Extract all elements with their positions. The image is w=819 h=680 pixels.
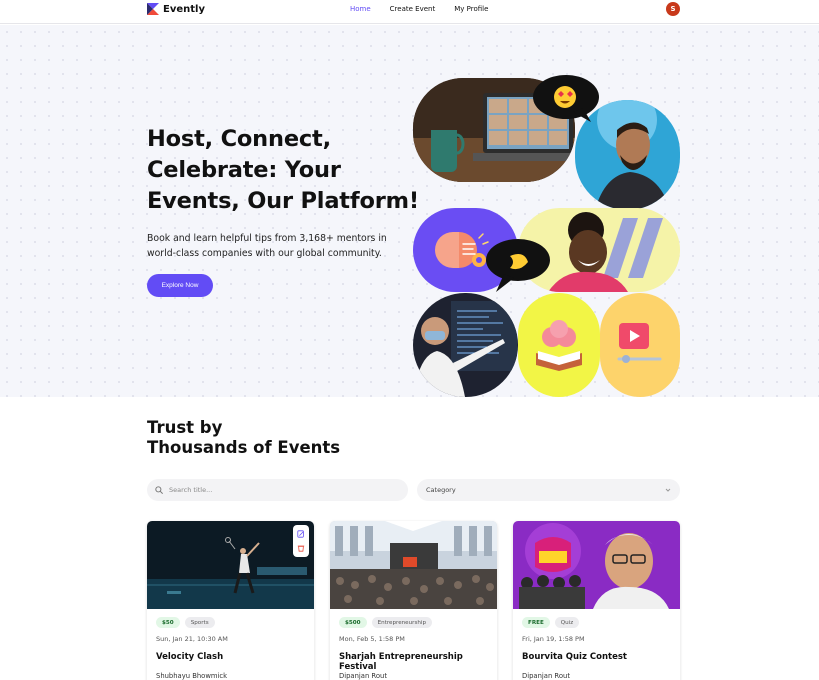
event-title[interactable]: Sharjah Entrepreneurship Festival bbox=[339, 652, 497, 672]
event-card[interactable]: FREE Quiz Fri, Jan 19, 1:58 PM Bourvita … bbox=[513, 521, 680, 680]
emoji-bubble-2 bbox=[484, 234, 552, 294]
hero-title: Host, Connect, Celebrate: Your Events, O… bbox=[147, 126, 419, 214]
logo[interactable]: Evently bbox=[147, 3, 205, 15]
evently-logo-icon bbox=[147, 3, 159, 15]
category-select[interactable]: Category bbox=[417, 479, 680, 501]
event-title[interactable]: Bourvita Quiz Contest bbox=[522, 652, 627, 662]
nav-create-event[interactable]: Create Event bbox=[390, 5, 436, 13]
nav-home[interactable]: Home bbox=[350, 5, 371, 13]
category-select-label: Category bbox=[426, 486, 456, 494]
price-badge: $500 bbox=[339, 617, 367, 628]
card-actions bbox=[293, 525, 309, 557]
hero-subtitle: Book and learn helpful tips from 3,168+ … bbox=[147, 233, 387, 259]
chevron-down-icon bbox=[665, 488, 671, 492]
user-avatar[interactable]: S bbox=[666, 2, 680, 16]
edit-icon[interactable] bbox=[297, 530, 305, 538]
event-image-conference-hall[interactable] bbox=[330, 521, 497, 609]
main-nav: Home Create Event My Profile bbox=[350, 5, 488, 13]
event-card[interactable]: $500 Entrepreneurship Mon, Feb 5, 1:58 P… bbox=[330, 521, 497, 680]
event-date: Fri, Jan 19, 1:58 PM bbox=[522, 635, 585, 643]
top-navbar: Evently Home Create Event My Profile S bbox=[0, 0, 819, 24]
collage-book-brain-tile bbox=[518, 293, 600, 397]
search-input[interactable] bbox=[169, 486, 389, 494]
event-organizer: Dipanjan Rout bbox=[339, 672, 387, 680]
collage-presenter-image bbox=[413, 293, 518, 397]
event-card[interactable]: $50 Sports Sun, Jan 21, 10:30 AM Velocit… bbox=[147, 521, 314, 680]
explore-now-button[interactable]: Explore Now bbox=[147, 274, 213, 297]
section-title: Trust by Thousands of Events bbox=[147, 418, 340, 458]
hero-section: Host, Connect, Celebrate: Your Events, O… bbox=[0, 25, 819, 397]
event-organizer: Dipanjan Rout bbox=[522, 672, 570, 680]
heart-eyes-emoji-bubble bbox=[533, 50, 601, 122]
collage-video-player-tile bbox=[600, 293, 680, 397]
search-bar[interactable] bbox=[147, 479, 408, 501]
event-title[interactable]: Velocity Clash bbox=[156, 652, 223, 662]
event-image-badminton[interactable] bbox=[147, 521, 314, 609]
price-badge: FREE bbox=[522, 617, 550, 628]
nav-my-profile[interactable]: My Profile bbox=[454, 5, 488, 13]
event-date: Sun, Jan 21, 10:30 AM bbox=[156, 635, 228, 643]
card-badges: FREE Quiz bbox=[522, 617, 580, 628]
card-badges: $500 Entrepreneurship bbox=[339, 617, 433, 628]
section-title-line2: Thousands of Events bbox=[147, 438, 341, 457]
category-badge: Quiz bbox=[554, 617, 580, 628]
event-image-quiz-poster[interactable] bbox=[513, 521, 680, 609]
category-badge: Sports bbox=[184, 617, 215, 628]
event-organizer: Shubhayu Bhowmick bbox=[156, 672, 228, 680]
logo-text: Evently bbox=[163, 3, 205, 15]
price-badge: $50 bbox=[156, 617, 180, 628]
category-badge: Entrepreneurship bbox=[371, 617, 433, 628]
event-date: Mon, Feb 5, 1:58 PM bbox=[339, 635, 405, 643]
card-badges: $50 Sports bbox=[156, 617, 215, 628]
section-title-line1: Trust by bbox=[147, 418, 223, 437]
delete-icon[interactable] bbox=[297, 544, 305, 552]
search-icon bbox=[155, 486, 163, 494]
